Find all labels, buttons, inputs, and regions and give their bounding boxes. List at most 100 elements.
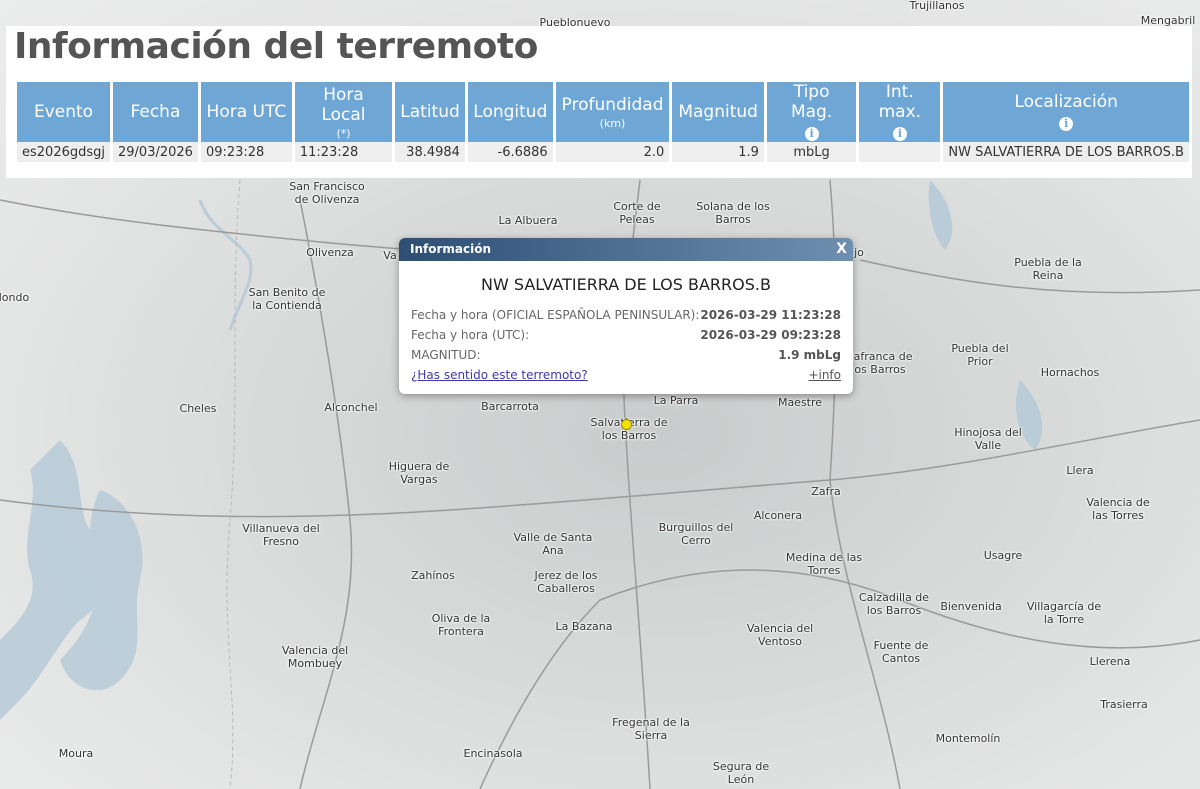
place-label: Oliva de la Frontera bbox=[431, 612, 491, 638]
place-label: Fregenal de la Sierra bbox=[612, 716, 690, 742]
header-longitud: Longitud bbox=[467, 82, 553, 142]
cell-localizacion: NW SALVATIERRA DE LOS BARROS.B bbox=[943, 142, 1189, 162]
popup-row-label: MAGNITUD: bbox=[411, 348, 481, 362]
popup-row-label: Fecha y hora (OFICIAL ESPAÑOLA PENINSULA… bbox=[411, 308, 700, 322]
header-magnitud: Magnitud bbox=[672, 82, 764, 142]
place-label: Llerena bbox=[1089, 655, 1131, 668]
header-profundidad-unit: (km) bbox=[599, 116, 626, 130]
place-label: Villagarcía de la Torre bbox=[1026, 600, 1102, 626]
popup-row-value: 2026-03-29 11:23:28 bbox=[700, 308, 841, 322]
header-hora-local-label: Hora Local bbox=[321, 84, 366, 125]
cell-longitud: -6.6886 bbox=[467, 142, 553, 162]
popup-row-label: Fecha y hora (UTC): bbox=[411, 328, 530, 342]
place-label: San Francisco de Olivenza bbox=[289, 180, 365, 206]
place-label: Segura de León bbox=[712, 760, 770, 786]
earthquake-table: Evento Fecha Hora UTC Hora Local (*) Lat… bbox=[14, 82, 1192, 162]
place-label: Valle de Santa Ana bbox=[513, 531, 593, 557]
place-label: Encinasola bbox=[463, 747, 523, 760]
table-header-row: Evento Fecha Hora UTC Hora Local (*) Lat… bbox=[17, 82, 1189, 142]
place-label: Valencia del Ventoso bbox=[746, 622, 814, 648]
epicenter-marker[interactable] bbox=[621, 419, 632, 430]
river-water bbox=[198, 199, 253, 331]
place-label: Trasierra bbox=[1100, 698, 1148, 711]
place-label: Llera bbox=[1066, 464, 1094, 477]
place-label: Trujillanos bbox=[909, 0, 965, 12]
place-label: Alconera bbox=[753, 509, 803, 522]
border-lines bbox=[226, 179, 241, 789]
close-button[interactable]: X bbox=[836, 238, 847, 261]
header-tipo-mag[interactable]: Tipo Mag. i bbox=[766, 82, 857, 142]
cell-int-max bbox=[859, 142, 941, 162]
place-label: Calzadilla de los Barros bbox=[858, 591, 930, 617]
cell-hora-utc: 09:23:28 bbox=[200, 142, 292, 162]
place-label: Villanueva del Fresno bbox=[242, 522, 320, 548]
place-label: La Parra bbox=[653, 394, 699, 407]
place-label: Higuera de Vargas bbox=[388, 460, 450, 486]
popup-row-value: 2026-03-29 09:23:28 bbox=[700, 328, 841, 342]
popup-row-value: 1.9 mbLg bbox=[778, 348, 841, 362]
felt-earthquake-link[interactable]: ¿Has sentido este terremoto? bbox=[411, 368, 588, 382]
popup-row-magnitude: MAGNITUD: 1.9 mbLg bbox=[399, 348, 853, 368]
place-label: jo bbox=[854, 246, 864, 259]
place-label: Valencia de las Torres bbox=[1086, 496, 1150, 522]
place-label: Burguillos del Cerro bbox=[658, 521, 734, 547]
popup-title: NW SALVATIERRA DE LOS BARROS.B bbox=[481, 275, 771, 294]
cell-magnitud: 1.9 bbox=[672, 142, 764, 162]
info-icon[interactable]: i bbox=[804, 127, 819, 141]
place-label: Medina de las Torres bbox=[785, 551, 863, 577]
header-localizacion[interactable]: Localización i bbox=[943, 82, 1189, 142]
header-evento: Evento bbox=[17, 82, 110, 142]
place-label: Zahínos bbox=[411, 569, 455, 582]
place-label: Hornachos bbox=[1040, 366, 1100, 379]
lake-water bbox=[928, 180, 1043, 450]
place-label: Barcarrota bbox=[481, 400, 539, 413]
place-label: Alconchel bbox=[324, 401, 378, 414]
popup-row-utc-time: Fecha y hora (UTC): 2026-03-29 09:23:28 bbox=[399, 328, 853, 348]
popup-row-links: ¿Has sentido este terremoto? +info bbox=[399, 368, 853, 388]
header-hora-local-note: (*) bbox=[336, 126, 351, 140]
place-label: llafranca de os Barros bbox=[847, 350, 913, 376]
place-label: Hinojosa del Valle bbox=[954, 426, 1022, 452]
more-info-link[interactable]: +info bbox=[808, 368, 841, 382]
page-title: Información del terremoto bbox=[14, 26, 538, 67]
header-latitud: Latitud bbox=[395, 82, 465, 142]
place-label: Puebla del Prior bbox=[951, 342, 1009, 368]
popup-header-label: Información bbox=[410, 242, 492, 256]
place-label: Olivenza bbox=[306, 246, 354, 259]
header-hora-local: Hora Local (*) bbox=[294, 82, 393, 142]
info-icon[interactable]: i bbox=[892, 127, 907, 141]
popup-header: Información X bbox=[399, 238, 853, 261]
place-label: Fuente de Cantos bbox=[873, 639, 929, 665]
header-hora-utc: Hora UTC bbox=[200, 82, 292, 142]
header-profundidad-label: Profundidad bbox=[561, 94, 664, 115]
header-fecha: Fecha bbox=[113, 82, 198, 142]
place-label: Jerez de los Caballeros bbox=[534, 569, 598, 595]
cell-profundidad: 2.0 bbox=[555, 142, 670, 162]
reservoir-water bbox=[0, 440, 143, 720]
place-label: Cheles bbox=[179, 402, 217, 415]
place-label: Montemolín bbox=[935, 732, 1001, 745]
earthquake-info-panel: Información del terremoto Evento Fecha H… bbox=[6, 26, 1192, 178]
place-label: Bienvenida bbox=[940, 600, 1002, 613]
cell-evento: es2026gdsgj bbox=[17, 142, 110, 162]
header-int-max[interactable]: Int. max. i bbox=[859, 82, 941, 142]
popup-row-local-time: Fecha y hora (OFICIAL ESPAÑOLA PENINSULA… bbox=[399, 308, 853, 328]
place-label: San Benito de la Contienda bbox=[248, 286, 326, 312]
cell-latitud: 38.4984 bbox=[395, 142, 465, 162]
place-label: La Bazana bbox=[555, 620, 613, 633]
table-row: es2026gdsgj 29/03/2026 09:23:28 11:23:28… bbox=[17, 142, 1189, 162]
place-label: Valencia del Mombuey bbox=[281, 644, 349, 670]
header-profundidad: Profundidad (km) bbox=[555, 82, 670, 142]
info-popup: Información X NW SALVATIERRA DE LOS BARR… bbox=[399, 238, 853, 394]
header-int-max-label: Int. max. bbox=[878, 82, 922, 122]
info-icon[interactable]: i bbox=[1059, 117, 1074, 131]
header-localizacion-label: Localización bbox=[1014, 92, 1118, 112]
cell-tipo-mag: mbLg bbox=[766, 142, 857, 162]
place-label: Moura bbox=[58, 747, 94, 760]
cell-fecha: 29/03/2026 bbox=[113, 142, 198, 162]
place-label: Zafra bbox=[811, 485, 841, 498]
place-label: Maestre bbox=[777, 396, 823, 409]
place-label: Usagre bbox=[983, 549, 1023, 562]
place-label: dondo bbox=[0, 291, 30, 304]
place-label: La Albuera bbox=[498, 214, 558, 227]
